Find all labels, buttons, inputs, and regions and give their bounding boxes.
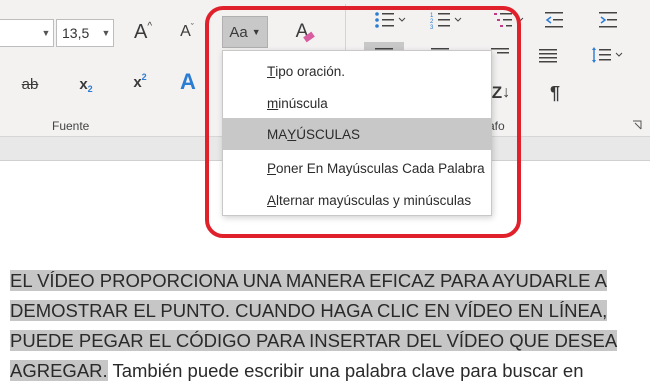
numbering-icon: 1 2 3 xyxy=(430,13,462,29)
line-spacing-icon xyxy=(592,47,623,63)
menu-item-accelerator: A xyxy=(267,192,277,208)
menu-item-accelerator: P xyxy=(267,160,277,176)
document-line: DEMOSTRAR EL PUNTO. CUANDO HAGA CLIC EN … xyxy=(10,296,650,326)
clear-formatting-button[interactable]: A xyxy=(290,18,320,46)
change-case-button[interactable]: Aa ▼ xyxy=(222,16,268,48)
multilevel-list-icon xyxy=(494,13,524,27)
font-name-combo[interactable]: ▼ xyxy=(0,19,54,47)
menu-item-label: inúscula xyxy=(278,95,328,111)
menu-item-label: oner En Mayúsculas Cada Palabra xyxy=(276,160,485,176)
selected-text[interactable]: EL VÍDEO PROPORCIONA UNA MANERA EFICAZ P… xyxy=(10,270,607,291)
subscript-index: 2 xyxy=(87,84,93,94)
chevron-down-icon[interactable]: ▼ xyxy=(39,28,53,38)
strikethrough-label: ab xyxy=(21,75,39,93)
paragraph-dialog-launcher[interactable] xyxy=(630,118,644,132)
justify-icon xyxy=(539,49,557,63)
shrink-font-icon: A xyxy=(180,23,191,40)
grow-font-icon: A xyxy=(133,20,148,43)
menu-item-label: ÚSCULAS xyxy=(296,126,361,142)
menu-item-label: ipo oración. xyxy=(275,63,346,79)
caret-up-icon: ^ xyxy=(147,20,153,32)
svg-text:3: 3 xyxy=(430,25,434,29)
selected-text[interactable]: DEMOSTRAR EL PUNTO. CUANDO HAGA CLIC EN … xyxy=(10,300,608,321)
superscript-label: x xyxy=(133,73,142,91)
menu-item-capitalize-each-word[interactable]: Poner En Mayúsculas Cada Palabra xyxy=(223,152,491,184)
multilevel-list-button[interactable] xyxy=(488,8,528,32)
font-size-combo[interactable]: 13,5 ▼ xyxy=(56,19,114,47)
increase-indent-icon xyxy=(599,12,617,28)
pilcrow-icon: ¶ xyxy=(549,82,560,103)
chevron-down-icon[interactable]: ▼ xyxy=(99,28,113,38)
strikethrough-button[interactable]: ab xyxy=(16,70,44,98)
menu-item-label: lternar mayúsculas y minúsculas xyxy=(276,192,472,208)
superscript-index: 2 xyxy=(141,72,147,82)
subscript-button[interactable]: x2 xyxy=(72,70,100,98)
decrease-indent-icon xyxy=(545,12,563,28)
bullets-button[interactable] xyxy=(370,8,410,32)
increase-indent-button[interactable] xyxy=(594,8,624,32)
line-spacing-button[interactable] xyxy=(586,42,630,68)
menu-item-accelerator: T xyxy=(267,63,276,79)
align-right-icon xyxy=(491,48,509,54)
change-case-label: Aa xyxy=(229,23,248,41)
sort-icon: Z xyxy=(491,83,503,102)
numbering-button[interactable]: 1 2 3 xyxy=(426,8,466,32)
subscript-label: x xyxy=(79,75,88,93)
menu-item-accelerator: Y xyxy=(287,126,297,142)
document-body[interactable]: EL VÍDEO PROPORCIONA UNA MANERA EFICAZ P… xyxy=(10,266,650,386)
document-line: EL VÍDEO PROPORCIONA UNA MANERA EFICAZ P… xyxy=(10,266,650,296)
font-group-label: Fuente xyxy=(52,119,90,133)
arrow-down-icon: ↓ xyxy=(502,84,511,101)
selected-text[interactable]: AGREGAR. xyxy=(10,360,108,381)
menu-item-label-pre: MA xyxy=(267,126,288,142)
menu-item-lowercase[interactable]: m inúscula xyxy=(223,87,491,119)
text-effects-icon: A xyxy=(180,69,196,94)
text-effects-button[interactable]: A xyxy=(174,67,202,97)
document-line: AGREGAR. También puede escribir una pala… xyxy=(10,356,650,386)
menu-item-accelerator: m xyxy=(267,95,279,111)
shrink-font-button[interactable]: Aˇ xyxy=(172,18,202,46)
grow-font-button[interactable]: A ^ xyxy=(128,18,158,46)
bullets-icon xyxy=(375,12,406,28)
selected-text[interactable]: PUEDE PEGAR EL CÓDIGO PARA INSERTAR DEL … xyxy=(10,330,618,351)
justify-button[interactable] xyxy=(530,42,566,68)
dialog-launcher-icon xyxy=(633,120,642,130)
caret-down-icon: ˇ xyxy=(190,22,194,32)
change-case-menu: Tipo oración. m inúscula MA Y ÚSCULAS Poner… xyxy=(222,50,492,216)
show-formatting-marks-button[interactable]: ¶ xyxy=(540,80,570,106)
document-line: PUEDE PEGAR EL CÓDIGO PARA INSERTAR DEL … xyxy=(10,326,650,356)
menu-item-toggle-case[interactable]: Alternar mayúsculas y minúsculas xyxy=(223,184,491,216)
superscript-button[interactable]: x2 xyxy=(126,68,154,96)
font-size-value[interactable]: 13,5 xyxy=(57,25,99,41)
body-text[interactable]: También puede escribir una palabra clave… xyxy=(108,360,583,381)
menu-item-uppercase[interactable]: MA Y ÚSCULAS xyxy=(223,118,491,150)
menu-item-sentence-case[interactable]: Tipo oración. xyxy=(223,55,491,87)
decrease-indent-button[interactable] xyxy=(540,8,570,32)
chevron-down-icon: ▼ xyxy=(251,27,261,37)
